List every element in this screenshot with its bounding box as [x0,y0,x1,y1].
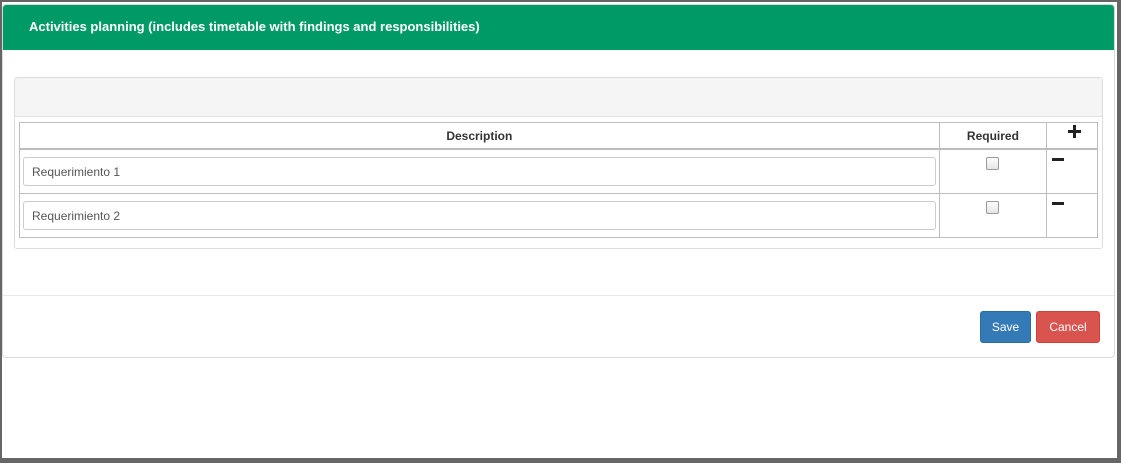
description-input-1[interactable] [23,157,936,186]
required-checkbox-1[interactable] [986,157,1000,170]
modal-footer: Save Cancel [3,296,1114,357]
table-row [19,148,1098,194]
requirements-table: Description Required [19,122,1098,238]
description-header: Description [19,122,940,150]
minus-icon[interactable] [1052,202,1065,205]
cancel-button[interactable]: Cancel [1036,311,1100,343]
remove-row-cell [1046,148,1098,194]
add-row-cell [1046,122,1098,150]
remove-row-cell [1046,193,1098,238]
minus-icon[interactable] [1052,158,1065,161]
plus-icon[interactable] [1068,125,1082,138]
description-input-2[interactable] [23,201,936,230]
modal-header: Activities planning (includes timetable … [3,5,1114,50]
description-cell [19,148,940,194]
modal-title: Activities planning (includes timetable … [29,19,480,34]
table-row [19,193,1098,238]
modal-body: Description Required [3,50,1114,296]
save-button[interactable]: Save [980,311,1031,343]
panel-heading [15,78,1102,117]
required-header: Required [938,122,1048,150]
required-cell [938,193,1048,238]
required-checkbox-2[interactable] [986,201,1000,214]
table-header-row: Description Required [19,122,1098,150]
description-cell [19,193,940,238]
required-cell [938,148,1048,194]
activities-planning-modal: Activities planning (includes timetable … [2,4,1115,358]
